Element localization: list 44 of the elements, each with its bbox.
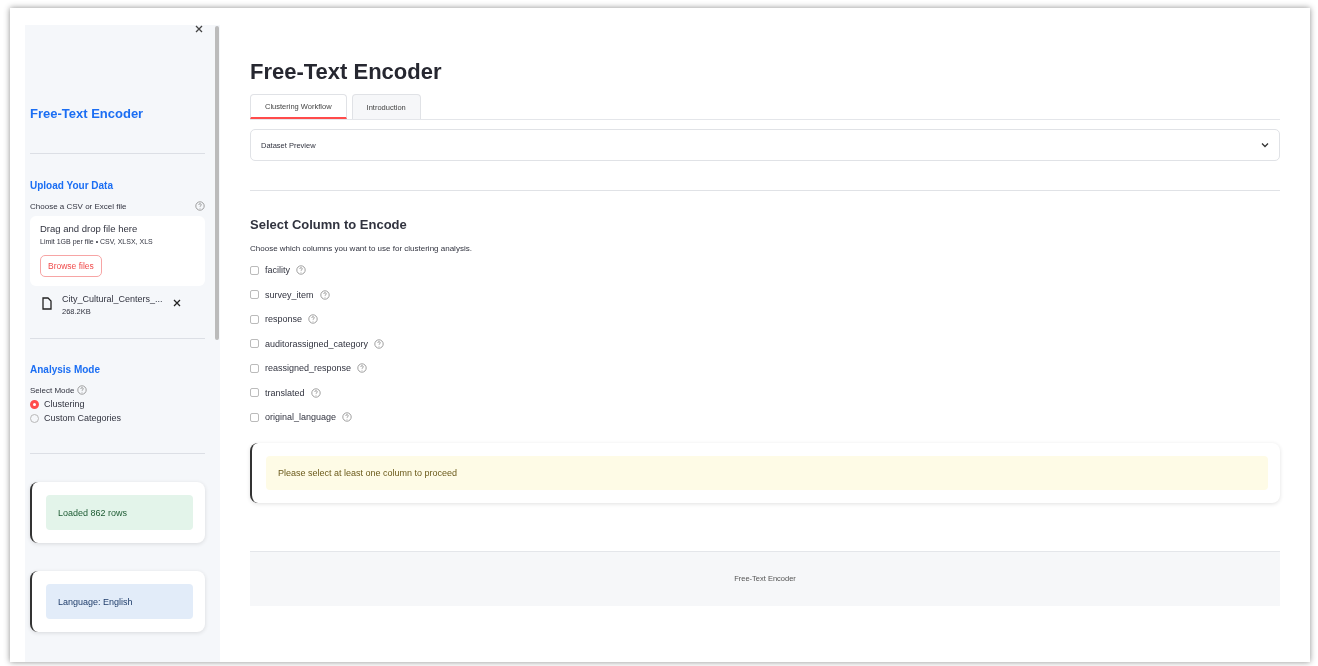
- checkbox[interactable]: [250, 412, 259, 422]
- radio-label[interactable]: Clustering: [44, 399, 85, 409]
- checkbox-label[interactable]: translated: [265, 387, 305, 398]
- help-icon[interactable]: [319, 289, 330, 300]
- alert-message: Language: English: [46, 584, 193, 619]
- field-label: Select Mode: [30, 385, 75, 395]
- app-title: Free-Text Encoder: [30, 106, 145, 123]
- checkbox-label[interactable]: reassigned_response: [265, 363, 352, 374]
- help-icon[interactable]: [342, 412, 353, 423]
- checkbox[interactable]: [250, 388, 259, 398]
- radio-button[interactable]: [30, 399, 39, 409]
- checkbox[interactable]: [250, 339, 259, 349]
- field-label: Choose a CSV or Excel file: [30, 201, 127, 211]
- section-heading: Analysis Mode: [30, 364, 102, 375]
- remove-icon[interactable]: [172, 299, 181, 307]
- checkbox-label[interactable]: response: [265, 314, 303, 325]
- file-name: City_Cultural_Centers_...: [62, 294, 163, 304]
- help-icon[interactable]: [310, 387, 321, 398]
- checkbox[interactable]: [250, 290, 259, 300]
- checkbox-label[interactable]: survey_item: [265, 289, 314, 300]
- browse-button[interactable]: Browse files: [40, 255, 102, 277]
- help-icon[interactable]: [308, 314, 319, 325]
- checkbox[interactable]: [250, 363, 259, 373]
- alert-message: Please select at least one column to proceed: [266, 455, 1268, 490]
- help-icon[interactable]: [374, 338, 385, 349]
- scrollbar[interactable]: [215, 26, 219, 340]
- radio-label[interactable]: Custom Categories: [44, 413, 122, 423]
- dropzone-title: Drag and drop file here: [40, 223, 139, 234]
- checkbox-label[interactable]: facility: [265, 265, 290, 276]
- alert-message: Loaded 862 rows: [46, 495, 193, 530]
- section-heading: Select Column to Encode: [250, 217, 408, 232]
- help-icon[interactable]: [296, 265, 306, 276]
- help-icon[interactable]: [357, 363, 368, 374]
- checkbox[interactable]: [250, 265, 259, 275]
- close-icon[interactable]: [195, 25, 203, 33]
- section-heading: Upload Your Data: [30, 180, 114, 191]
- help-icon[interactable]: [195, 201, 205, 211]
- checkbox-label[interactable]: auditorassigned_category: [265, 338, 369, 349]
- file-icon: [42, 297, 52, 310]
- section-description: Choose which columns you want to use for clustering analysis.: [250, 244, 473, 253]
- page-title: Free-Text Encoder: [250, 59, 443, 85]
- checkbox-label[interactable]: original_language: [265, 412, 337, 423]
- checkbox[interactable]: [250, 314, 259, 324]
- help-icon[interactable]: [77, 385, 88, 395]
